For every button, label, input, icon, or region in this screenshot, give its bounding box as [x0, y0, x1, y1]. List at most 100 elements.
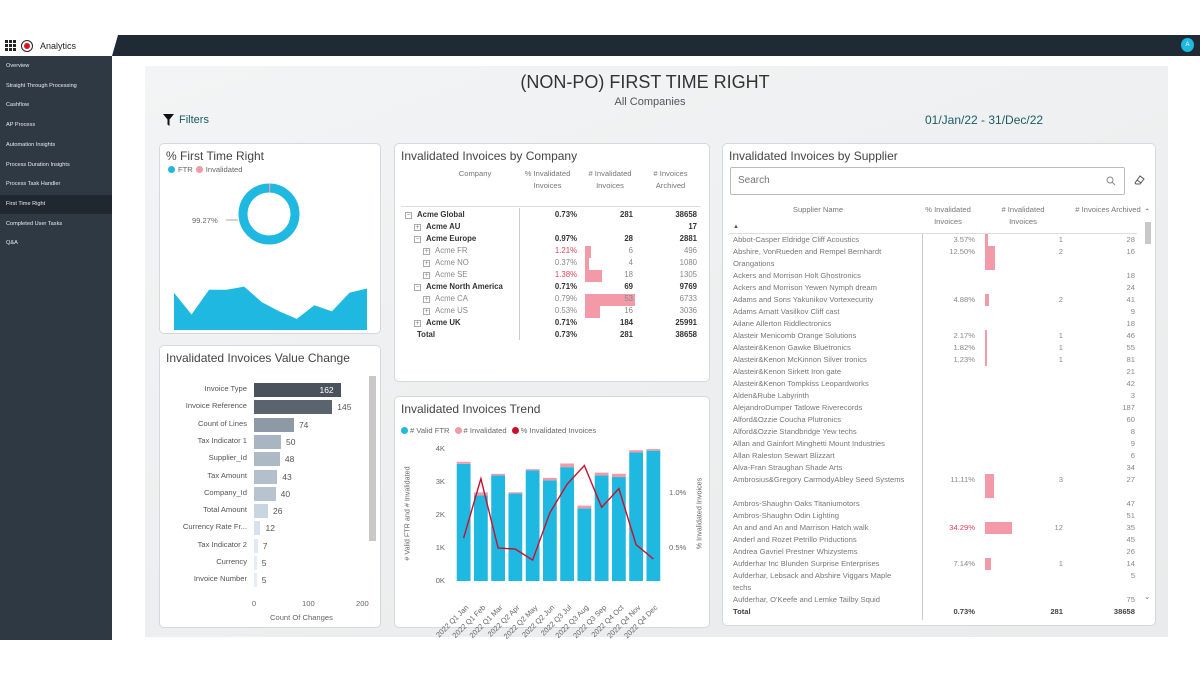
bar-invalidated[interactable]: [629, 450, 644, 453]
sidebar-item[interactable]: Automation Insights: [0, 136, 112, 155]
table-row[interactable]: Alasteir&Kenon McKinnon Silver tronics 1.…: [723, 354, 1143, 366]
bar-invalidated[interactable]: [508, 492, 523, 494]
expand-plus-icon[interactable]: +: [423, 272, 430, 279]
table-row[interactable]: Abshire, VonRueden and Rempel Bernhardt …: [723, 246, 1143, 270]
table-row[interactable]: Ambros-Shaughn Odin Lighting 51: [723, 510, 1143, 522]
sidebar-item[interactable]: Process Duration Insights: [0, 156, 112, 175]
bar-invalidated[interactable]: [646, 449, 661, 451]
bar-valid-ftr[interactable]: [542, 480, 557, 581]
table-row[interactable]: Alasteir Menicomb Orange Solutions 2.17% 1…: [723, 330, 1143, 342]
bar-valid-ftr[interactable]: [629, 452, 644, 581]
scroll-up-icon[interactable]: ⌃: [1144, 207, 1150, 216]
expand-plus-icon[interactable]: +: [423, 248, 430, 255]
scroll-down-icon[interactable]: ⌄: [1144, 592, 1150, 601]
bar[interactable]: [254, 452, 280, 467]
bar-valid-ftr[interactable]: [611, 477, 626, 581]
app-logo[interactable]: Analytics: [0, 35, 118, 56]
bar-invalidated[interactable]: [594, 472, 609, 476]
table-row[interactable]: Ambrosius&Gregory CarmodyAbley Seed Syst…: [723, 474, 1143, 498]
supplier-name: Ambrosius&Gregory CarmodyAbley Seed Syst…: [733, 475, 905, 484]
expand-minus-icon[interactable]: −: [414, 284, 421, 291]
bar-invalidated[interactable]: [456, 461, 471, 464]
sidebar-item[interactable]: Overview: [0, 57, 112, 76]
filters-button[interactable]: Filters: [163, 114, 209, 126]
table-row[interactable]: Alva-Fran Straughan Shade Arts 34: [723, 462, 1143, 474]
sidebar-item[interactable]: First Time Right: [0, 194, 112, 214]
table-row[interactable]: Ailane Allerton Riddlectronics 18: [723, 318, 1143, 330]
archived-count: 9769: [679, 282, 697, 291]
bar[interactable]: [254, 521, 261, 536]
bar-label: Currency Rate Fr...: [182, 522, 247, 532]
expand-plus-icon[interactable]: +: [423, 296, 430, 303]
pct-invalidated: 7.14%: [953, 559, 975, 568]
column-header: # Invalidated Invoices: [588, 169, 632, 190]
archived-count: 26: [1126, 547, 1135, 556]
table-row[interactable]: Alford&Ozzie Coucha Plutronics 60: [723, 414, 1143, 426]
table-row[interactable]: Ackers and Morrison Yewen Nymph dream 24: [723, 282, 1143, 294]
expand-plus-icon[interactable]: +: [423, 260, 430, 267]
table-row[interactable]: Adams and Sons Yakunikov Vortexecurity 4.…: [723, 294, 1143, 306]
data-bar: [985, 294, 989, 306]
table-row[interactable]: Alasteir&Kenon Sirkett Iron gate 21: [723, 366, 1143, 378]
sidebar-item[interactable]: AP Process: [0, 116, 112, 135]
table-row[interactable]: Aufderhar, Lebsack and Abshire Viggars M…: [723, 570, 1143, 594]
bar-valid-ftr[interactable]: [577, 508, 592, 581]
table-row[interactable]: Alasteir&Kenon Tompkiss Leopardworks 42: [723, 378, 1143, 390]
bar-valid-ftr[interactable]: [594, 475, 609, 581]
table-row[interactable]: An and and An and Marrison Hatch walk 34.…: [723, 522, 1143, 534]
sidebar-item[interactable]: Cashflow: [0, 96, 112, 115]
table-row[interactable]: Allan and Gainfort Minghetti Mount Indus…: [723, 438, 1143, 450]
app-grid-icon[interactable]: [5, 40, 16, 51]
table-row[interactable]: Adams Arnatt Vasilkov Cliff cast 9: [723, 306, 1143, 318]
bar[interactable]: [254, 434, 281, 449]
table-scrollbar[interactable]: [1145, 222, 1151, 244]
date-range[interactable]: 01/Jan/22 - 31/Dec/22: [925, 113, 1043, 127]
table-row[interactable]: Ambros-Shaughn Oaks Titaniumotors 47: [723, 498, 1143, 510]
bar-invalidated[interactable]: [542, 477, 557, 481]
bar[interactable]: [254, 486, 276, 501]
invalidated-count: 16: [624, 306, 633, 315]
table-row[interactable]: Anderl and Rozet Petrillo Priductions 45: [723, 534, 1143, 546]
bar-valid-ftr[interactable]: [646, 450, 661, 581]
expand-minus-icon[interactable]: −: [414, 236, 421, 243]
sidebar-item[interactable]: Process Task Handler: [0, 175, 112, 194]
sidebar-item[interactable]: Straight Through Processing: [0, 77, 112, 96]
table-row[interactable]: Aufderhar, O'Keefe and Lemke Tailby Squi…: [723, 594, 1143, 606]
table-row[interactable]: Abbot-Casper Eldridge Cliff Acoustics 3.5…: [723, 234, 1143, 246]
bar-invalidated[interactable]: [577, 505, 592, 509]
scrollbar[interactable]: [369, 376, 376, 541]
table-row[interactable]: Aufderhar Inc Blunden Surprise Enterpris…: [723, 558, 1143, 570]
bar[interactable]: [254, 504, 269, 519]
bar[interactable]: [254, 469, 278, 484]
table-row[interactable]: Allan Raleston Sewart Blizzart 6: [723, 450, 1143, 462]
expand-plus-icon[interactable]: +: [423, 308, 430, 315]
table-row[interactable]: Alden&Rube Labyrinth 3: [723, 390, 1143, 402]
expand-plus-icon[interactable]: +: [414, 224, 421, 231]
table-row[interactable]: Alasteir&Kenon Gawke Bluetronics 1.82% 1 55: [723, 342, 1143, 354]
bar[interactable]: [254, 573, 257, 588]
archived-count: 24: [1126, 283, 1135, 292]
user-avatar[interactable]: A: [1181, 38, 1194, 52]
bar-valid-ftr[interactable]: [473, 495, 488, 581]
bar-invalidated[interactable]: [491, 473, 506, 476]
table-row[interactable]: Ackers and Morrison Holt Ghostronics 18: [723, 270, 1143, 282]
sidebar-item[interactable]: Q&A: [0, 234, 112, 253]
expand-plus-icon[interactable]: +: [414, 320, 421, 327]
bar[interactable]: [254, 400, 333, 415]
bar-invalidated[interactable]: [525, 469, 540, 471]
bar-invalidated[interactable]: [560, 463, 575, 468]
column-header: # Invalidated Invoices: [1001, 205, 1045, 226]
sidebar-item[interactable]: Completed User Tasks: [0, 215, 112, 234]
company-name: Acme Global: [417, 210, 465, 219]
bar-invalidated[interactable]: [611, 473, 626, 478]
table-row[interactable]: AlejandroDumper Tatlowe Riverecords 187: [723, 402, 1143, 414]
bar-valid-ftr[interactable]: [508, 493, 523, 581]
table-row[interactable]: Alford&Ozzie Standbridge Yew techs 8: [723, 426, 1143, 438]
bar-valid-ftr[interactable]: [525, 470, 540, 581]
bar[interactable]: [254, 417, 294, 432]
invalidated-count: 1: [1058, 331, 1063, 340]
expand-minus-icon[interactable]: −: [405, 212, 412, 219]
table-row[interactable]: Andrea Gavriel Prestner Whizystems 26: [723, 546, 1143, 558]
bar[interactable]: [254, 538, 258, 553]
bar[interactable]: [254, 556, 257, 570]
